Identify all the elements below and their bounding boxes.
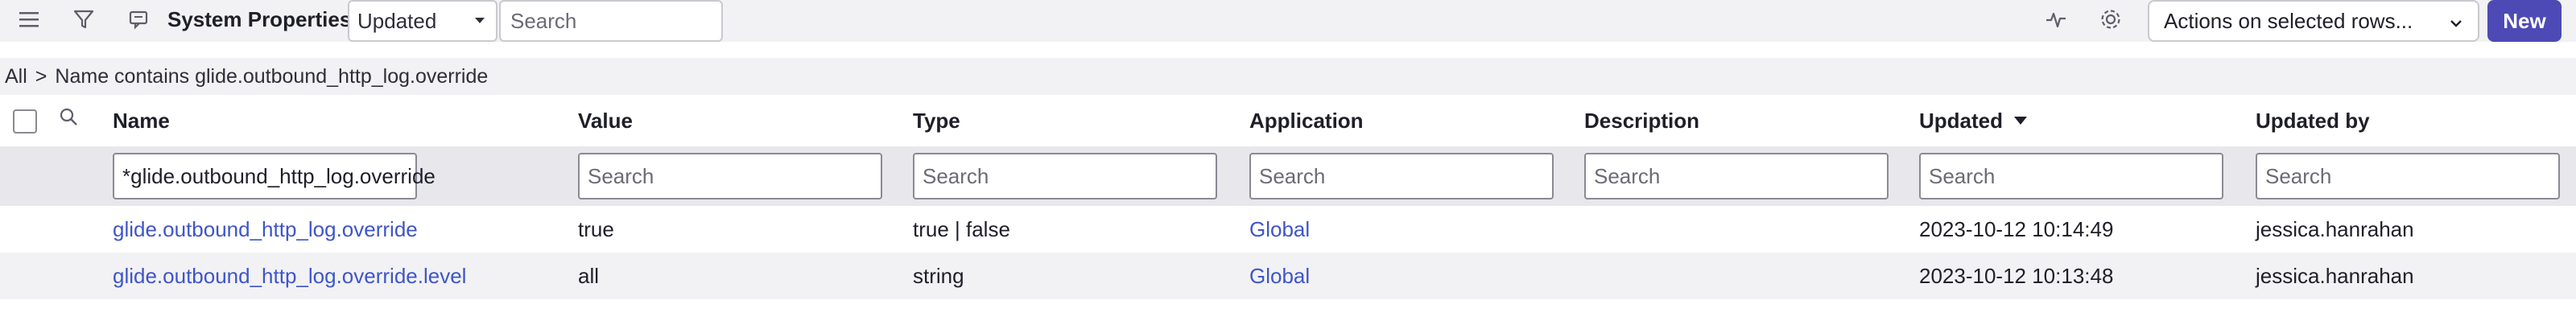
- row-application-link[interactable]: Global: [1249, 253, 1310, 299]
- actions-on-selected-rows-select[interactable]: Actions on selected rows...: [2148, 0, 2479, 42]
- row-value: all: [578, 263, 600, 288]
- list-toolbar: System Properties Updated Search Actions…: [0, 0, 2576, 42]
- row-updated: 2023-10-12 10:14:49: [1919, 216, 2114, 241]
- chevron-down-icon: [2447, 13, 2465, 38]
- list-empty-area: [0, 299, 2576, 333]
- page-title: System Properties: [167, 7, 352, 31]
- row-application-link[interactable]: Global: [1249, 206, 1310, 253]
- breadcrumb-condition[interactable]: Name contains glide.outbound_http_log.ov…: [55, 65, 488, 88]
- filter-icon[interactable]: [69, 0, 98, 39]
- column-header-updated[interactable]: Updated: [1919, 97, 2027, 145]
- description-search-input[interactable]: Search: [1584, 153, 1889, 199]
- row-updated: 2023-10-12 10:13:48: [1919, 263, 2114, 288]
- name-search-input[interactable]: *glide.outbound_http_log.override: [113, 153, 436, 199]
- sort-descending-icon: [2014, 117, 2027, 125]
- breadcrumb-separator: >: [35, 64, 47, 88]
- list-search-placeholder: Search: [510, 8, 577, 33]
- column-header-name[interactable]: Name: [113, 97, 170, 145]
- settings-icon[interactable]: [2095, 0, 2127, 39]
- type-search-input[interactable]: Search: [913, 153, 1217, 199]
- table-header: Name Value Type Application Description …: [0, 97, 2576, 145]
- column-search-row: *glide.outbound_http_log.override Search…: [0, 146, 2576, 208]
- column-header-description[interactable]: Description: [1584, 97, 1699, 145]
- select-all-checkbox[interactable]: [13, 109, 37, 134]
- filter-field-select-value: Updated: [357, 8, 437, 33]
- actions-select-label: Actions on selected rows...: [2164, 8, 2413, 33]
- activity-icon[interactable]: [2040, 0, 2072, 39]
- column-header-updated-by[interactable]: Updated by: [2256, 97, 2370, 145]
- updated-search-input[interactable]: Search: [1919, 153, 2223, 199]
- list-search-input[interactable]: Search: [499, 0, 723, 42]
- filter-field-select[interactable]: Updated: [348, 0, 497, 42]
- row-name-link[interactable]: glide.outbound_http_log.override: [113, 206, 418, 253]
- comment-icon[interactable]: [124, 0, 153, 39]
- row-name-link[interactable]: glide.outbound_http_log.override.level: [113, 253, 466, 299]
- row-type: true | false: [913, 216, 1010, 241]
- table-row: glide.outbound_http_log.override.level a…: [0, 253, 2576, 299]
- new-button[interactable]: New: [2487, 0, 2562, 42]
- column-header-application[interactable]: Application: [1249, 97, 1364, 145]
- row-value: true: [578, 216, 614, 241]
- breadcrumb-all[interactable]: All: [5, 65, 27, 88]
- column-header-type[interactable]: Type: [913, 97, 960, 145]
- value-search-input[interactable]: Search: [578, 153, 882, 199]
- column-header-updated-label: Updated: [1919, 108, 2003, 133]
- menu-icon[interactable]: [14, 0, 43, 39]
- search-icon[interactable]: [58, 106, 80, 134]
- column-header-value[interactable]: Value: [578, 97, 633, 145]
- table-row: glide.outbound_http_log.override true tr…: [0, 206, 2576, 253]
- updated-by-search-input[interactable]: Search: [2256, 153, 2560, 199]
- row-type: string: [913, 263, 964, 288]
- row-updated-by: jessica.hanrahan: [2256, 216, 2414, 241]
- row-updated-by: jessica.hanrahan: [2256, 263, 2414, 288]
- caret-down-icon: [475, 18, 485, 23]
- breadcrumb: All > Name contains glide.outbound_http_…: [0, 58, 2576, 95]
- application-search-input[interactable]: Search: [1249, 153, 1554, 199]
